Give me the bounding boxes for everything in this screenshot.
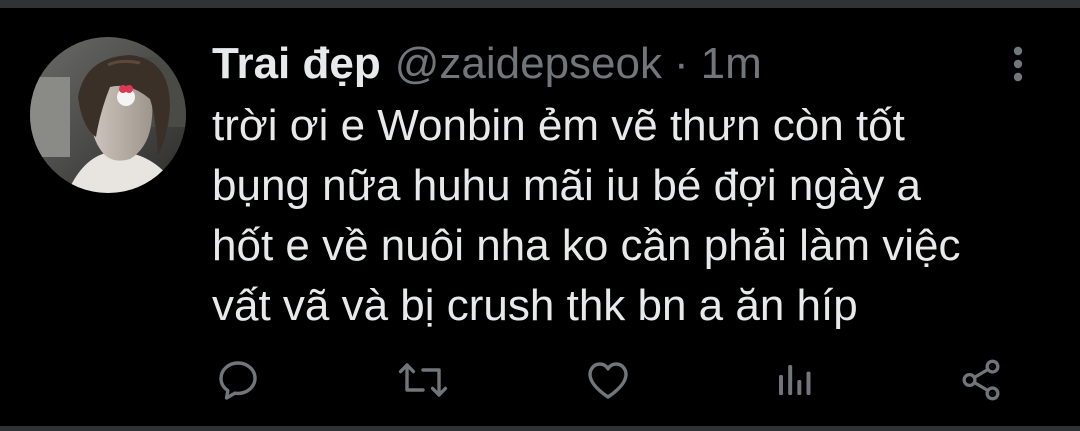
user-handle[interactable]: @zaidepseok (395, 36, 662, 92)
separator-dot: · (673, 39, 689, 88)
display-name[interactable]: Trai đẹp (212, 36, 381, 92)
retweet-button[interactable] (395, 352, 451, 408)
heart-icon (588, 362, 628, 399)
tweet-header: Trai đẹp @zaidepseok · 1m (212, 36, 762, 92)
analytics-button[interactable] (766, 352, 822, 408)
reply-button[interactable] (210, 352, 266, 408)
analytics-icon (779, 365, 811, 395)
avatar-image (30, 37, 186, 193)
avatar[interactable] (30, 37, 186, 193)
reply-icon (219, 361, 257, 400)
retweet-icon (398, 363, 448, 397)
more-vertical-icon[interactable] (1002, 42, 1034, 86)
tweet-text-line: vất vã và bị crush thk bn a ăn híp (212, 281, 858, 330)
bottom-divider (0, 426, 1080, 431)
share-button[interactable] (953, 352, 1009, 408)
share-icon (962, 359, 1000, 401)
tweet-text-line: trời ơi e Wonbin ẻm vẽ thưn còn tốt (212, 101, 905, 150)
tweet-text: trời ơi e Wonbin ẻm vẽ thưn còn tốt bụng… (212, 96, 1052, 336)
tweet-action-bar (0, 352, 1080, 408)
tweet-text-line: bụng nữa huhu mãi iu bé đợi ngày a (212, 161, 922, 210)
top-divider (0, 0, 1080, 8)
like-button[interactable] (580, 352, 636, 408)
tweet-text-line: hốt e về nuôi nha ko cần phải làm việc (212, 221, 961, 270)
timestamp[interactable]: 1m (701, 36, 762, 92)
